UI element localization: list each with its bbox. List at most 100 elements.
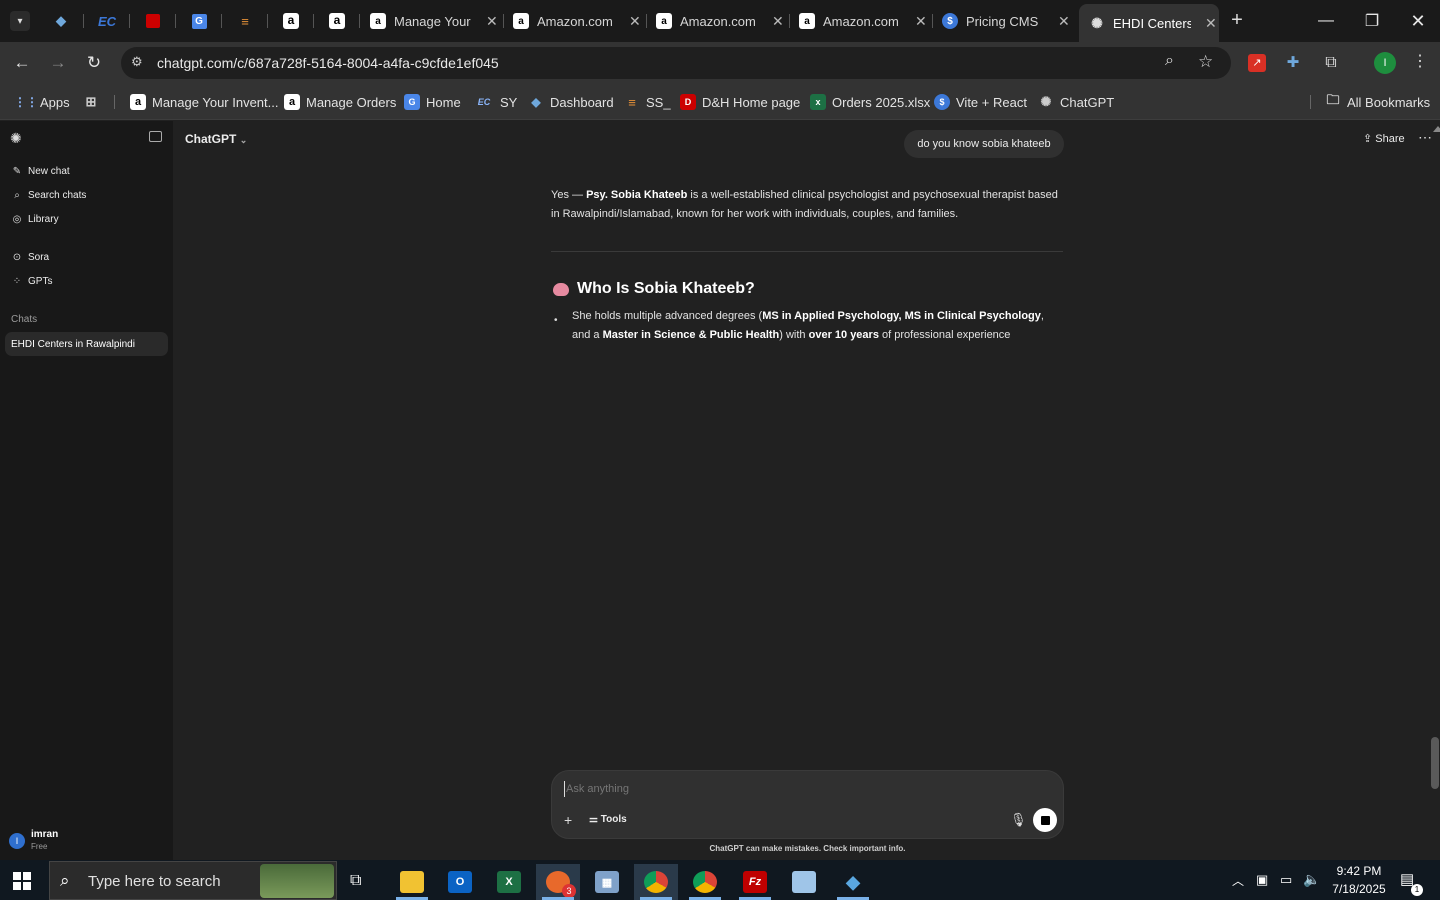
tab-amazon-1[interactable]: a Amazon.com ✕ <box>513 6 641 36</box>
bookmark-tab-groups[interactable]: ⊞ <box>83 92 105 112</box>
site-info-icon[interactable]: ⚙ <box>131 54 143 70</box>
user-avatar[interactable]: I <box>9 833 25 849</box>
pinned-tab-ec-logo-icon[interactable]: EC <box>94 8 120 34</box>
pinned-tab-g-page-icon[interactable]: G <box>191 13 207 29</box>
taskbar-pen-app[interactable] <box>782 864 826 900</box>
user-name[interactable]: imran <box>31 829 58 840</box>
taskbar-search-box[interactable]: ⌕ Type here to search <box>49 861 337 900</box>
taskbar-outlook[interactable]: O <box>438 864 482 900</box>
taskbar-zoom[interactable]: 3 <box>536 864 580 900</box>
bookmark-chatgpt[interactable]: ✺ ChatGPT <box>1038 92 1115 112</box>
bookmark-home[interactable]: G Home <box>404 92 461 112</box>
bookmark-manage-inventory[interactable]: a Manage Your Invent... <box>130 92 278 112</box>
network-icon[interactable]: ▭ <box>1280 872 1292 888</box>
bookmark-vite-react[interactable]: $ Vite + React <box>934 92 1027 112</box>
close-tab-icon[interactable]: ✕ <box>486 13 498 30</box>
clock-date[interactable]: 7/18/2025 <box>1328 882 1390 896</box>
more-options-icon[interactable]: ⋯ <box>1418 129 1432 146</box>
tray-security-icon[interactable]: ▣ <box>1256 872 1268 888</box>
chat-history-item[interactable]: EHDI Centers in Rawalpindi <box>5 332 168 356</box>
taskbar-vscode[interactable]: ◆ <box>831 864 875 900</box>
add-attachment-icon[interactable]: + <box>564 812 572 828</box>
scroll-up-icon[interactable] <box>1433 126 1440 132</box>
forward-icon[interactable]: → <box>45 50 71 76</box>
pinned-tab-amazon-icon[interactable]: a <box>329 13 345 29</box>
answer-heading: Who Is Sobia Khateeb? <box>553 280 755 298</box>
taskbar-filezilla[interactable]: Fz <box>733 864 777 900</box>
close-window-icon[interactable]: ✕ <box>1398 8 1438 34</box>
tab-ehdi-centers[interactable]: ✺ EHDI Centers ✕ <box>1079 4 1219 42</box>
chrome-icon <box>644 871 668 893</box>
url-text: chatgpt.com/c/687a728f-5164-8004-a4fa-c9… <box>157 55 499 71</box>
extensions-puzzle-icon[interactable]: ⧉ <box>1320 52 1342 74</box>
pinned-tab-amazon-icon[interactable]: a <box>283 13 299 29</box>
amazon-icon: a <box>130 94 146 110</box>
windows-start-icon[interactable] <box>13 872 31 890</box>
sidebar-item-new-chat[interactable]: ✎ New chat <box>11 166 70 177</box>
zoom-icon[interactable]: ⌕ <box>1165 52 1174 70</box>
reload-icon[interactable]: ↻ <box>81 50 107 76</box>
excel-icon: X <box>497 871 521 893</box>
stop-generating-button[interactable] <box>1033 808 1057 832</box>
tools-button[interactable]: ⚌ Tools <box>589 814 627 825</box>
bookmark-ss[interactable]: ≡ SS_ <box>624 92 670 112</box>
close-tab-icon[interactable]: ✕ <box>629 13 641 30</box>
bookmark-sy[interactable]: EC SY <box>474 92 518 112</box>
bookmark-star-icon[interactable]: ☆ <box>1198 52 1213 72</box>
tab-manage-your[interactable]: a Manage Your ✕ <box>370 6 498 36</box>
share-button[interactable]: ⇪ Share <box>1363 132 1405 145</box>
bookmark-dashboard[interactable]: ◆ Dashboard <box>528 92 613 112</box>
bookmark-manage-orders[interactable]: a Manage Orders <box>284 92 396 112</box>
new-tab-button[interactable]: + <box>1226 10 1248 32</box>
restore-icon[interactable]: ❐ <box>1352 8 1392 34</box>
bookmark-dh-home[interactable]: D D&H Home page <box>680 92 800 112</box>
taskbar-excel[interactable]: X <box>487 864 531 900</box>
prompt-input[interactable] <box>566 780 1036 798</box>
outlook-icon: O <box>448 871 472 893</box>
search-highlight-image <box>260 864 334 898</box>
tab-amazon-3[interactable]: a Amazon.com ✕ <box>799 6 927 36</box>
tab-amazon-2[interactable]: a Amazon.com ✕ <box>656 6 784 36</box>
clock-time[interactable]: 9:42 PM <box>1328 864 1390 878</box>
extension-red-icon[interactable]: ↗ <box>1248 54 1266 72</box>
file-explorer-icon <box>400 871 424 893</box>
tab-search-icon[interactable]: ▾ <box>10 11 30 31</box>
volume-icon[interactable]: 🔈 <box>1303 871 1320 888</box>
close-tab-icon[interactable]: ✕ <box>1205 15 1217 32</box>
sidebar-item-library[interactable]: ◎ Library <box>11 214 59 225</box>
microphone-icon[interactable]: 🎙 <box>1010 812 1027 828</box>
close-tab-icon[interactable]: ✕ <box>772 13 784 30</box>
sidebar-item-sora[interactable]: ⊙ Sora <box>11 252 49 263</box>
taskbar-file-explorer[interactable] <box>390 864 434 900</box>
amazon-icon: a <box>513 13 529 29</box>
chatgpt-logo-icon[interactable]: ✺ <box>10 130 22 147</box>
bookmark-apps[interactable]: ⋮⋮ Apps <box>14 92 70 112</box>
back-icon[interactable]: ← <box>9 50 35 76</box>
profile-avatar[interactable]: I <box>1374 52 1396 74</box>
taskbar-calculator[interactable]: ▦ <box>585 864 629 900</box>
all-bookmarks[interactable]: 🗀 All Bookmarks <box>1325 92 1430 112</box>
taskbar-chrome-1[interactable] <box>634 864 678 900</box>
browser-menu-icon[interactable]: ⋮ <box>1410 51 1430 73</box>
minimize-icon[interactable]: — <box>1306 8 1346 34</box>
close-tab-icon[interactable]: ✕ <box>915 13 927 30</box>
tray-chevron-icon[interactable]: ︿ <box>1232 872 1244 889</box>
scrollbar-thumb[interactable] <box>1431 737 1439 789</box>
vscode-like-icon: ◆ <box>846 871 860 892</box>
toggle-sidebar-icon[interactable] <box>149 131 162 142</box>
sidebar-item-search-chats[interactable]: ⌕ Search chats <box>11 190 86 201</box>
sidebar-item-gpts[interactable]: ⁘ GPTs <box>11 276 53 287</box>
extension-blue-icon[interactable]: ✚ <box>1284 54 1302 72</box>
tab-pricing-cms[interactable]: $ Pricing CMS ✕ <box>942 6 1070 36</box>
bookmarks-bar: ⋮⋮ Apps ⊞ a Manage Your Invent... a Manage … <box>0 84 1440 120</box>
taskbar-chrome-2[interactable] <box>683 864 727 900</box>
close-tab-icon[interactable]: ✕ <box>1058 13 1070 30</box>
model-selector[interactable]: ChatGPT ⌄ <box>185 132 247 146</box>
bookmark-orders-xlsx[interactable]: x Orders 2025.xlsx <box>810 92 930 112</box>
address-bar[interactable]: ⚙ chatgpt.com/c/687a728f-5164-8004-a4fa-… <box>121 47 1231 79</box>
pinned-tab-blue-diamond-icon[interactable]: ◆ <box>48 8 74 34</box>
task-view-icon[interactable]: ⧉ <box>350 872 361 890</box>
g-page-icon: G <box>404 94 420 110</box>
pinned-tab-stack-icon[interactable]: ≡ <box>232 8 258 34</box>
chats-section-label: Chats <box>11 314 38 325</box>
